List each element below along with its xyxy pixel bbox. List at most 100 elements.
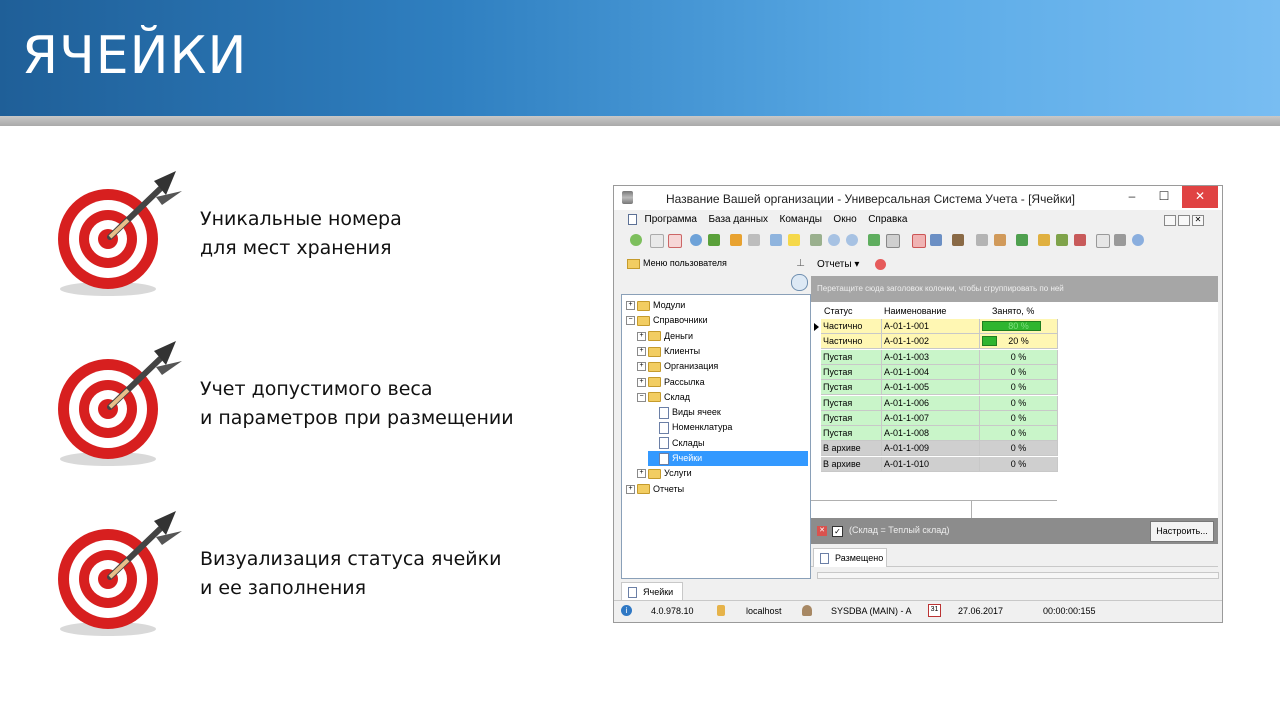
maximize-icon[interactable]: ☐ [1148,186,1180,208]
print-settings-icon[interactable] [886,234,900,248]
configure-button[interactable]: Настроить... [1150,521,1214,542]
tab-placed[interactable]: Размещено [813,548,887,567]
table-row[interactable]: Пустая A-01-1-005 0 % [821,380,1058,396]
tree-item[interactable]: + Деньги [637,329,693,344]
window-titlebar[interactable]: Название Вашей организации - Универсальн… [614,186,1222,210]
tree-item[interactable]: + Модули [626,298,685,313]
menu-help[interactable]: Справка [868,211,907,229]
filter-icon[interactable] [730,234,742,246]
delete-icon[interactable] [668,234,682,248]
users-icon[interactable] [1056,234,1068,246]
stop-icon[interactable] [875,259,886,270]
menu-commands[interactable]: Команды [780,211,822,229]
refresh-icon[interactable] [630,234,642,246]
table-row[interactable]: Пустая A-01-1-004 0 % [821,364,1058,380]
menu-window[interactable]: Окно [833,211,856,229]
table-row[interactable]: Пустая A-01-1-006 0 % [821,395,1058,411]
tree-item[interactable]: Виды ячеек [648,405,721,420]
cell-occupied: 20 % [980,334,1058,350]
report-icon[interactable] [952,234,964,246]
user-menu-header: Меню пользователя ⊥ [621,254,811,272]
expand-node-icon[interactable]: + [637,377,646,387]
table-row[interactable]: Пустая A-01-1-008 0 % [821,426,1058,442]
mdi-restore-icon[interactable] [1178,215,1190,226]
columns-icon[interactable] [810,234,822,246]
new-window-icon[interactable] [912,234,926,248]
expand-node-icon[interactable]: + [637,347,646,357]
tree-item[interactable]: + Организация [637,359,718,374]
expand-node-icon[interactable]: + [626,484,635,494]
cell-name: A-01-1-004 [882,364,980,380]
close-icon[interactable]: ✕ [1182,186,1218,208]
lock-icon[interactable] [1038,234,1050,246]
column-header-name[interactable]: Наименование [882,304,980,319]
menu-program[interactable]: Программа [645,211,697,229]
reports-label: Отчеты [817,259,852,270]
tree-item[interactable]: Склады [648,436,705,451]
tree-item-label: Справочники [653,315,708,326]
copy-icon[interactable] [650,234,664,248]
collapse-node-icon[interactable]: − [626,316,635,326]
pin-icon[interactable]: ⊥ [796,255,805,273]
document-tab-ячейки[interactable]: Ячейки [621,582,683,601]
table-row[interactable]: В архиве A-01-1-009 0 % [821,441,1058,457]
tree-item-label: Номенклатура [672,422,733,433]
exit-icon[interactable] [1074,234,1086,246]
expand-icon[interactable] [828,234,840,246]
cell-status: Частично [821,319,882,334]
remove-filter-icon[interactable]: ✕ [817,526,827,536]
folder-icon [627,259,640,269]
expand-node-icon[interactable]: + [637,362,646,372]
tree-item[interactable]: + Рассылка [637,375,705,390]
feature-line-2: и ее заполнения [200,577,367,599]
expand-node-icon[interactable]: + [637,331,646,341]
chart-icon[interactable] [1016,234,1028,246]
collapse-icon[interactable] [846,234,858,246]
user-menu-panel: Меню пользователя ⊥ + Модули − Справочники +… [621,254,811,579]
tab-placed-label: Размещено [835,553,884,563]
tree-item[interactable]: Номенклатура [648,420,732,435]
mdi-minimize-icon[interactable] [1164,215,1176,226]
tree-item[interactable]: − Справочники [626,313,708,328]
expand-node-icon[interactable]: + [637,469,646,479]
window-icon[interactable] [930,234,942,246]
menu-database[interactable]: База данных [708,211,768,229]
column-header-occupied[interactable]: Занято, % [980,304,1058,319]
filter-checkbox[interactable]: ✓ [832,526,843,537]
recycle-icon[interactable] [708,234,720,246]
table-row[interactable]: Частично A-01-1-001 80 % [821,319,1058,334]
tree-item[interactable]: − Склад [637,390,690,405]
tree-item[interactable]: + Услуги [637,466,692,481]
filter-text: (Склад = Теплый склад) [849,525,950,535]
layout-icon[interactable] [1096,234,1110,248]
tree-item[interactable]: + Отчеты [626,482,684,497]
tree-item[interactable]: + Клиенты [637,344,700,359]
search-icon[interactable] [690,234,702,246]
table-row[interactable]: В архиве A-01-1-010 0 % [821,456,1058,472]
tools-icon[interactable] [976,234,988,246]
expand-node-icon[interactable]: + [626,301,635,311]
clear-filter-icon[interactable] [748,234,760,246]
table-row[interactable]: Частично A-01-1-002 20 % [821,334,1058,350]
cell-name: A-01-1-003 [882,349,980,365]
tree-item[interactable]: Ячейки [648,451,808,466]
cell-status: Пустая [821,410,882,426]
group-by-area[interactable]: Перетащите сюда заголовок колонки, чтобы… [811,276,1218,302]
collapse-node-icon[interactable]: − [637,392,646,402]
table-row[interactable]: Пустая A-01-1-007 0 % [821,410,1058,426]
forward-icon[interactable] [1132,234,1144,246]
cell-occupied: 0 % [980,410,1058,426]
note-icon[interactable] [788,234,800,246]
export-icon[interactable] [868,234,880,246]
reports-dropdown[interactable]: Отчеты ▾ [817,257,859,273]
table-row[interactable]: Пустая A-01-1-003 0 % [821,349,1058,365]
bottom-scrollbar[interactable] [817,572,1219,579]
brush-icon[interactable] [994,234,1006,246]
column-header-status[interactable]: Статус [821,304,882,319]
minimize-icon[interactable]: – [1116,186,1148,208]
feature-line-1: Уникальные номера [200,208,402,230]
print-icon[interactable] [1114,234,1126,246]
mdi-close-icon[interactable]: ✕ [1192,215,1204,226]
search-button[interactable] [791,274,808,291]
insert-icon[interactable] [770,234,782,246]
